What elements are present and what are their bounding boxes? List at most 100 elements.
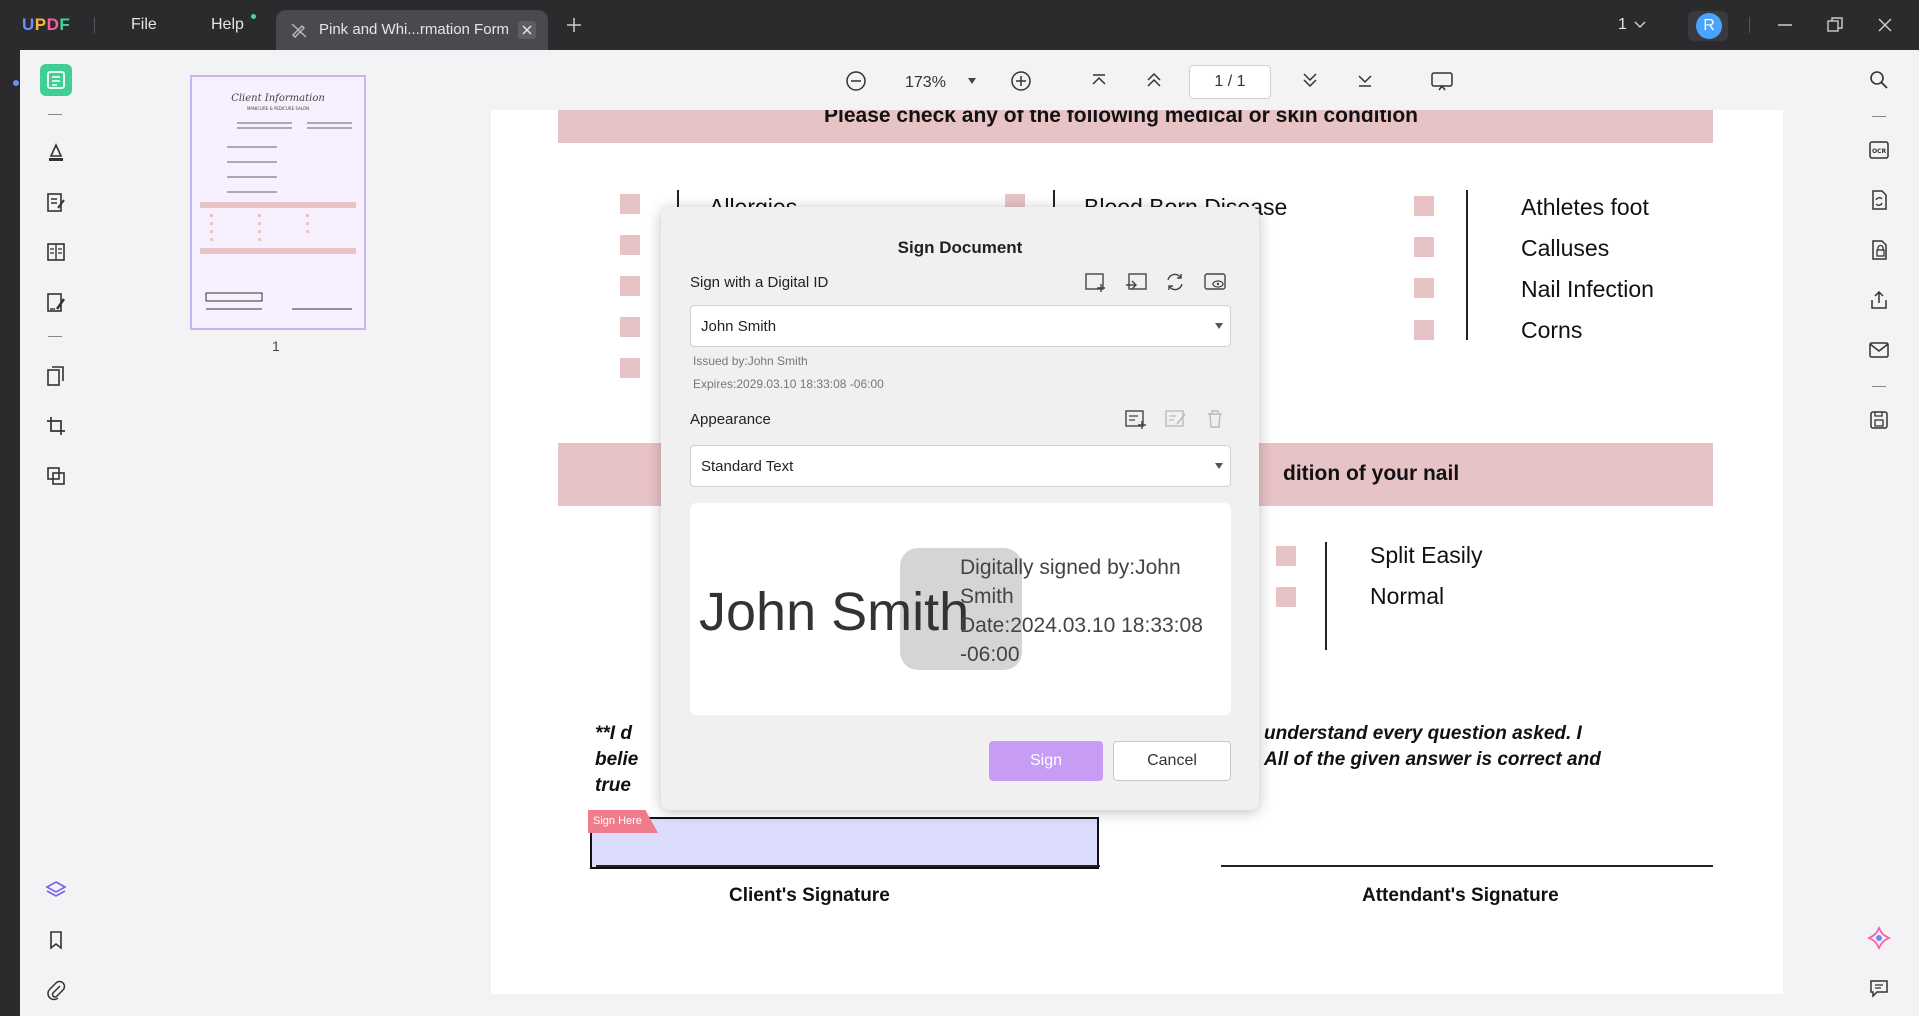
minimize-icon[interactable] bbox=[1775, 15, 1795, 35]
checkbox[interactable] bbox=[1414, 320, 1434, 340]
help-notification-dot bbox=[251, 14, 256, 19]
edge-indicator-dot bbox=[13, 80, 19, 86]
thumbnail-preview: Client Information MANICURE & PEDICURE S… bbox=[200, 93, 356, 310]
medical-heading: Please check any of the following medica… bbox=[824, 110, 1418, 127]
share-icon[interactable] bbox=[1865, 286, 1893, 314]
fill-sign-icon[interactable] bbox=[40, 286, 72, 318]
previous-page-icon[interactable] bbox=[1144, 70, 1164, 90]
crop-icon[interactable] bbox=[40, 410, 72, 442]
view-toolbar: 173% 1 / 1 bbox=[464, 50, 1847, 114]
ai-assistant-icon[interactable] bbox=[1865, 924, 1893, 952]
view-certificate-icon[interactable] bbox=[1203, 271, 1227, 293]
attachment-icon[interactable] bbox=[40, 974, 72, 1006]
page-number-input[interactable]: 1 / 1 bbox=[1189, 65, 1271, 99]
new-appearance-icon[interactable] bbox=[1124, 408, 1148, 430]
appearance-label: Appearance bbox=[690, 411, 771, 428]
sign-here-tag: Sign Here bbox=[588, 810, 658, 833]
email-icon[interactable] bbox=[1865, 336, 1893, 364]
checkbox[interactable] bbox=[620, 235, 640, 255]
ocr-icon[interactable]: OCR bbox=[1865, 136, 1893, 164]
sidebar-separator bbox=[1872, 116, 1886, 117]
condition-label: Calluses bbox=[1521, 235, 1610, 261]
close-window-icon[interactable] bbox=[1875, 15, 1895, 35]
title-bar: UPDF File Help Pink and Whi...rmation Fo… bbox=[0, 0, 1919, 50]
sign-document-dialog: Sign Document Sign with a Digital ID Joh… bbox=[661, 207, 1259, 810]
checkbox[interactable] bbox=[620, 276, 640, 296]
comment-icon[interactable] bbox=[1865, 974, 1893, 1002]
zoom-out-icon[interactable] bbox=[845, 70, 867, 92]
signature-field[interactable] bbox=[590, 817, 1099, 869]
next-page-icon[interactable] bbox=[1300, 70, 1320, 90]
client-signature-line bbox=[596, 865, 1100, 867]
checkbox[interactable] bbox=[1414, 237, 1434, 257]
checkbox[interactable] bbox=[620, 194, 640, 214]
first-page-icon[interactable] bbox=[1089, 70, 1109, 90]
attendant-signature-label: Attendant's Signature bbox=[1362, 885, 1559, 906]
nail-heading: dition of your nail bbox=[1283, 462, 1460, 485]
declaration-text: belie bbox=[595, 749, 639, 770]
presentation-icon[interactable] bbox=[1430, 70, 1454, 92]
column-divider bbox=[1325, 542, 1327, 650]
checkbox[interactable] bbox=[1276, 587, 1296, 607]
document-tab[interactable]: Pink and Whi...rmation Form bbox=[276, 10, 548, 50]
cancel-button[interactable]: Cancel bbox=[1113, 741, 1231, 781]
checkbox[interactable] bbox=[1414, 196, 1434, 216]
sidebar-separator bbox=[48, 114, 62, 115]
user-avatar[interactable]: R bbox=[1688, 11, 1728, 41]
create-digital-id-icon[interactable] bbox=[1084, 271, 1108, 293]
signed-by-line: Digitally signed by:John bbox=[960, 556, 1181, 579]
reader-mode-icon[interactable] bbox=[40, 64, 72, 96]
zoom-in-icon[interactable] bbox=[1010, 70, 1032, 92]
appearance-select[interactable]: Standard Text bbox=[690, 445, 1231, 487]
restore-icon[interactable] bbox=[1825, 15, 1845, 35]
refresh-icon[interactable] bbox=[1164, 271, 1186, 293]
new-tab-plus-icon[interactable] bbox=[565, 16, 583, 34]
menu-file[interactable]: File bbox=[131, 16, 157, 34]
title-separator bbox=[94, 17, 95, 33]
avatar-letter: R bbox=[1696, 13, 1722, 39]
compare-icon[interactable] bbox=[40, 460, 72, 492]
checkbox[interactable] bbox=[1414, 278, 1434, 298]
checkbox[interactable] bbox=[1276, 546, 1296, 566]
page-tools-icon[interactable] bbox=[40, 360, 72, 392]
issued-by: Issued by:John Smith bbox=[693, 354, 808, 368]
title-separator bbox=[1749, 17, 1750, 33]
convert-icon[interactable] bbox=[1865, 186, 1893, 214]
highlighter-icon[interactable] bbox=[40, 136, 72, 168]
organize-pages-icon[interactable] bbox=[40, 236, 72, 268]
tab-close-icon[interactable] bbox=[518, 21, 536, 39]
edit-pdf-icon[interactable] bbox=[40, 186, 72, 218]
sidebar-separator bbox=[1872, 386, 1886, 387]
left-tool-sidebar bbox=[20, 50, 92, 1016]
checkbox[interactable] bbox=[620, 358, 640, 378]
search-icon[interactable] bbox=[1865, 66, 1893, 94]
digital-id-select[interactable]: John Smith bbox=[690, 305, 1231, 347]
save-icon[interactable] bbox=[1865, 406, 1893, 434]
import-digital-id-icon[interactable] bbox=[1124, 271, 1148, 293]
menu-help[interactable]: Help bbox=[211, 16, 244, 34]
protect-icon[interactable] bbox=[1865, 236, 1893, 264]
nail-condition-label: Split Easily bbox=[1370, 542, 1483, 568]
edit-appearance-icon bbox=[1165, 410, 1186, 427]
svg-text:OCR: OCR bbox=[1872, 148, 1887, 155]
digital-id-value: John Smith bbox=[701, 318, 777, 335]
zoom-level[interactable]: 173% bbox=[905, 74, 946, 92]
condition-label: Athletes foot bbox=[1521, 194, 1649, 220]
zoom-dropdown-icon[interactable] bbox=[966, 76, 978, 86]
checkbox[interactable] bbox=[620, 317, 640, 337]
page-count-selector[interactable]: 1 bbox=[1618, 16, 1627, 34]
page-thumbnail[interactable]: Client Information MANICURE & PEDICURE S… bbox=[190, 75, 366, 330]
signature-preview: John Smith Digitally signed by:John Smit… bbox=[690, 503, 1231, 715]
bookmark-icon[interactable] bbox=[40, 924, 72, 956]
attendant-signature-line bbox=[1221, 865, 1713, 867]
declaration-text: true bbox=[595, 775, 631, 796]
chevron-down-icon[interactable] bbox=[1633, 18, 1647, 32]
layers-icon[interactable] bbox=[40, 874, 72, 906]
sign-button[interactable]: Sign bbox=[989, 741, 1103, 781]
left-edge bbox=[0, 50, 20, 1016]
sidebar-separator bbox=[48, 336, 62, 337]
digital-id-label: Sign with a Digital ID bbox=[690, 274, 829, 291]
last-page-icon[interactable] bbox=[1355, 70, 1375, 90]
client-signature-label: Client's Signature bbox=[729, 885, 890, 906]
thumbnail-panel: Client Information MANICURE & PEDICURE S… bbox=[92, 50, 464, 1016]
